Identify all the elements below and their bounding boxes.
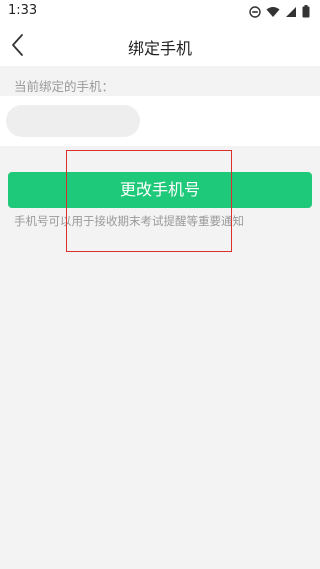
bind-phone-screen: 1:33 绑定手机 当前绑定的手机： 更改手机号 手机号可以用于接收期末考试提醒… — [0, 0, 320, 569]
bound-phone-label: 当前绑定的手机： — [14, 79, 115, 94]
change-phone-button[interactable]: 更改手机号 — [8, 172, 312, 208]
battery-icon — [302, 3, 310, 22]
bound-phone-row — [0, 96, 320, 146]
status-time: 1:33 — [8, 3, 38, 18]
navigation-bar: 绑定手机 — [0, 24, 320, 66]
page-title: 绑定手机 — [127, 39, 192, 58]
signal-icon — [285, 3, 297, 22]
phone-usage-hint: 手机号可以用于接收期末考试提醒等重要通知 — [14, 214, 244, 228]
wifi-icon — [266, 3, 280, 22]
status-icons — [249, 3, 310, 22]
do-not-disturb-icon — [249, 3, 261, 22]
status-bar: 1:33 — [0, 0, 320, 24]
obscured-phone-number — [6, 105, 140, 137]
